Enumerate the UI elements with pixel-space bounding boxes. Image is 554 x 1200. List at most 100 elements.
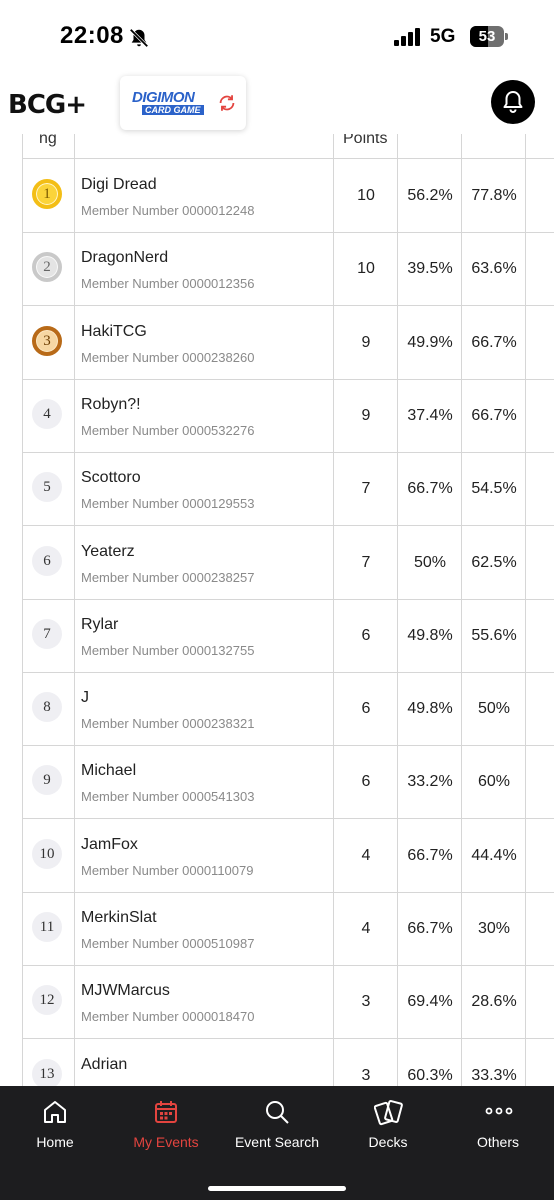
game-logo-line1: DIGIMON: [132, 89, 195, 106]
player-name[interactable]: Rylar: [81, 616, 118, 634]
home-indicator: [208, 1186, 346, 1191]
rank-badge: 6: [32, 545, 62, 576]
points-cell: 10: [357, 187, 375, 204]
game-selector[interactable]: DIGIMON CARD GAME: [120, 76, 246, 130]
app-header: BCG+ DIGIMON CARD GAME: [0, 76, 554, 134]
table-row[interactable]: 7 Rylar Member Number 0000132755 6 49.8% 55.6…: [22, 599, 554, 673]
member-number: Member Number 0000129553: [81, 496, 255, 512]
omw-cell: 33.2%: [407, 773, 453, 791]
rank-badge: 5: [32, 472, 62, 503]
rank-badge: 1: [32, 179, 62, 209]
nav-event-search[interactable]: Event Search: [222, 1086, 332, 1166]
bell-icon: [503, 91, 523, 113]
gw-cell: 33.3%: [471, 1066, 517, 1084]
bell-off-icon: [129, 28, 149, 48]
player-name[interactable]: Robyn?!: [81, 396, 141, 414]
rank-badge: 11: [32, 912, 62, 942]
table-row[interactable]: 3 HakiTCG Member Number 0000238260 9 49.9% 66…: [22, 306, 554, 380]
member-number: Member Number 0000238321: [81, 716, 255, 732]
gw-cell: 66.7%: [471, 333, 517, 351]
battery-level: 53: [478, 28, 496, 45]
gw-cell: 62.5%: [471, 553, 517, 571]
table-row[interactable]: 4 Robyn?! Member Number 0000532276 9 37.4% 66…: [22, 379, 554, 453]
member-number: Member Number 0000541303: [81, 789, 255, 805]
battery-icon: 53: [470, 26, 504, 47]
table-row[interactable]: 11 MerkinSlat Member Number 0000510987 4 66.…: [22, 892, 554, 966]
player-name[interactable]: Adrian: [81, 1056, 127, 1074]
gw-cell: 30%: [477, 920, 511, 937]
table-row[interactable]: 10 JamFox Member Number 0000110079 4 66.7% 44…: [22, 819, 554, 893]
points-cell: 6: [361, 773, 371, 791]
gw-cell: 54.5%: [471, 480, 517, 498]
rank-badge: 8: [32, 692, 62, 723]
nav-my-events-label: My Events: [133, 1134, 199, 1150]
member-number: Member Number 0000532276: [81, 422, 255, 438]
member-number: Member Number 0000012356: [81, 276, 255, 292]
table-row[interactable]: 13 Adrian 3 60.3% 33.3%: [22, 1039, 554, 1086]
refresh-icon[interactable]: [216, 92, 238, 114]
player-name[interactable]: Scottoro: [81, 469, 141, 487]
player-name[interactable]: Digi Dread: [81, 176, 157, 194]
rank-badge: 12: [32, 985, 62, 1016]
omw-cell: 66.7%: [407, 480, 453, 498]
rank-badge: 13: [32, 1058, 62, 1086]
omw-cell: 39.5%: [407, 260, 453, 278]
calendar-icon: [155, 1101, 177, 1123]
points-cell: 6: [361, 626, 371, 644]
nav-my-events[interactable]: My Events: [111, 1086, 221, 1166]
bottom-navigation: Home My Events Event Search Decks Others: [0, 1086, 554, 1200]
network-type: 5G: [430, 26, 456, 47]
nav-home[interactable]: Home: [0, 1086, 110, 1166]
gw-cell: 60%: [477, 773, 511, 791]
table-row[interactable]: 9 Michael Member Number 0000541303 6 33.2% 60…: [22, 745, 554, 820]
player-name[interactable]: Yeaterz: [81, 543, 135, 561]
omw-cell: 60.3%: [407, 1066, 453, 1084]
rank-badge: 3: [32, 325, 62, 356]
status-bar: 22:08 5G 53: [0, 0, 554, 76]
nav-decks-label: Decks: [368, 1134, 408, 1150]
cards-icon: [374, 1099, 403, 1126]
gw-cell: 44.4%: [471, 846, 517, 864]
member-number: Member Number 0000110079: [81, 862, 254, 878]
player-name[interactable]: Michael: [81, 762, 136, 780]
table-row[interactable]: 5 Scottoro Member Number 0000129553 7 66.7% 5…: [22, 452, 554, 527]
member-number: Member Number 0000012248: [81, 203, 255, 218]
gw-cell: 66.7%: [471, 406, 517, 424]
table-row[interactable]: 6 Yeaterz Member Number 0000238257 7 50% 62.5…: [22, 526, 554, 600]
brand-logo: BCG+: [8, 90, 87, 120]
gw-cell: 28.6%: [471, 993, 517, 1011]
nav-decks[interactable]: Decks: [333, 1086, 443, 1166]
rank-badge: 4: [32, 398, 62, 429]
table-row[interactable]: 2 DragonNerd Member Number 0000012356 10 39.…: [22, 232, 554, 307]
search-icon: [266, 1101, 289, 1124]
points-cell: 9: [361, 406, 371, 424]
player-name[interactable]: HakiTCG: [81, 323, 147, 341]
points-cell: 4: [361, 846, 371, 864]
nav-event-search-label: Event Search: [234, 1134, 320, 1150]
gw-cell: 63.6%: [471, 260, 517, 278]
omw-cell: 66.7%: [407, 920, 453, 937]
gw-cell: 77.8%: [471, 187, 517, 204]
points-cell: 4: [361, 920, 371, 937]
nav-others-label: Others: [476, 1134, 519, 1150]
member-number: Member Number 0000132755: [81, 642, 255, 658]
table-row[interactable]: 8 J Member Number 0000238321 6 49.8% 50%: [22, 672, 554, 747]
member-number: Member Number 0000238260: [81, 349, 255, 365]
status-time: 22:08: [60, 22, 124, 49]
table-row[interactable]: 12 MJWMarcus Member Number 0000018470 3 69.4…: [22, 965, 554, 1040]
omw-cell: 37.4%: [407, 406, 453, 424]
rank-badge: 9: [32, 765, 62, 796]
notifications-button[interactable]: [491, 80, 535, 124]
player-name[interactable]: JamFox: [81, 836, 138, 854]
player-name[interactable]: J: [81, 689, 89, 707]
player-name[interactable]: MJWMarcus: [81, 982, 170, 1000]
nav-others[interactable]: Others: [443, 1086, 553, 1166]
omw-cell: 49.9%: [407, 333, 453, 351]
standings-table[interactable]: ng Points 1 Digi Dread Member Number 00000…: [0, 120, 554, 1086]
omw-cell: 56.2%: [407, 187, 453, 204]
rank-badge: 2: [32, 252, 62, 283]
member-number: Member Number 0000018470: [81, 1009, 255, 1025]
player-name[interactable]: DragonNerd: [81, 249, 168, 267]
table-row[interactable]: 1 Digi Dread Member Number 0000012248 10 56.…: [22, 159, 554, 233]
player-name[interactable]: MerkinSlat: [81, 909, 157, 927]
